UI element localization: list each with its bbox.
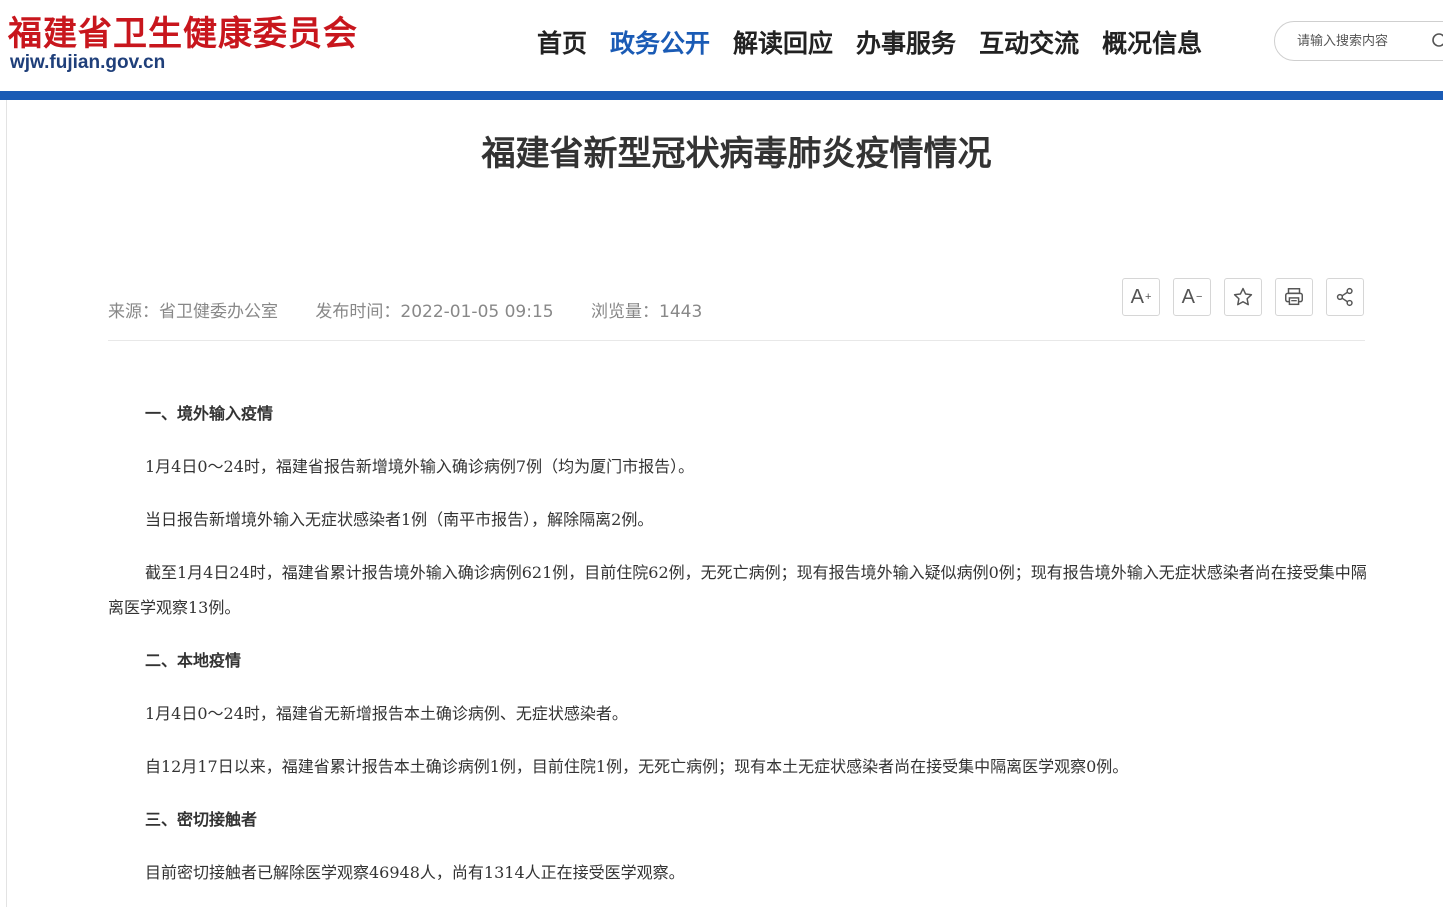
main-nav: 首页 政务公开 解读回应 办事服务 互动交流 概况信息 [537, 24, 1225, 60]
search-icon[interactable] [1431, 32, 1443, 54]
font-increase-sup: + [1144, 291, 1152, 303]
section-heading-local: 二、本地疫情 [145, 651, 242, 670]
nav-item-interaction[interactable]: 互动交流 [979, 24, 1079, 60]
nav-item-home[interactable]: 首页 [537, 24, 587, 60]
site-logo-title[interactable]: 福建省卫生健康委员会 [8, 6, 358, 55]
share-button[interactable] [1326, 278, 1364, 316]
article-body: 一、境外输入疫情 1月4日0～24时，福建省报告新增境外输入确诊病例7例（均为厦… [108, 396, 1370, 908]
nav-item-government-affairs[interactable]: 政务公开 [610, 24, 710, 60]
nav-item-interpretation[interactable]: 解读回应 [733, 24, 833, 60]
printer-icon [1285, 288, 1303, 306]
section-heading-imported: 一、境外输入疫情 [145, 404, 274, 423]
search-input[interactable] [1295, 32, 1419, 50]
font-decrease-label: A [1181, 285, 1195, 308]
content-left-border [6, 100, 7, 907]
article-source: 来源：省卫健委办公室 [108, 302, 278, 322]
nav-item-overview[interactable]: 概况信息 [1102, 24, 1202, 60]
site-logo-domain[interactable]: wjw.fujian.gov.cn [10, 52, 165, 74]
paragraph: 目前密切接触者已解除医学观察46948人，尚有1314人正在接受医学观察。 [145, 863, 685, 882]
article-toolbar: A + A − [1122, 278, 1377, 316]
star-icon [1233, 287, 1253, 306]
font-decrease-button[interactable]: A − [1173, 278, 1211, 316]
paragraph: 截至1月4日24时，福建省累计报告境外输入确诊病例621例，目前住院62例，无死… [108, 563, 1367, 617]
meta-divider [108, 340, 1365, 341]
font-increase-label: A [1130, 285, 1144, 308]
paragraph: 1月4日0～24时，福建省报告新增境外输入确诊病例7例（均为厦门市报告）。 [145, 457, 695, 476]
header-accent-bar [0, 91, 1443, 100]
paragraph: 自12月17日以来，福建省累计报告本土确诊病例1例，目前住院1例，无死亡病例；现… [145, 757, 1129, 776]
share-icon [1336, 287, 1353, 307]
site-header: 福建省卫生健康委员会 wjw.fujian.gov.cn 首页 政务公开 解读回… [0, 0, 1443, 91]
section-heading-contacts: 三、密切接触者 [145, 810, 258, 829]
favorite-button[interactable] [1224, 278, 1262, 316]
article-meta: 来源：省卫健委办公室 发布时间：2022-01-05 09:15 浏览量：144… [108, 297, 734, 322]
article-views: 浏览量：1443 [591, 302, 703, 322]
font-increase-button[interactable]: A + [1122, 278, 1160, 316]
print-button[interactable] [1275, 278, 1313, 316]
paragraph: 1月4日0～24时，福建省无新增报告本土确诊病例、无症状感染者。 [145, 704, 628, 723]
article-publish-time: 发布时间：2022-01-05 09:15 [315, 302, 554, 322]
font-decrease-sup: − [1195, 291, 1203, 303]
nav-item-services[interactable]: 办事服务 [856, 24, 956, 60]
search-box [1274, 21, 1443, 61]
paragraph: 当日报告新增境外输入无症状感染者1例（南平市报告），解除隔离2例。 [145, 510, 654, 529]
page-title: 福建省新型冠状病毒肺炎疫情情况 [481, 134, 992, 174]
